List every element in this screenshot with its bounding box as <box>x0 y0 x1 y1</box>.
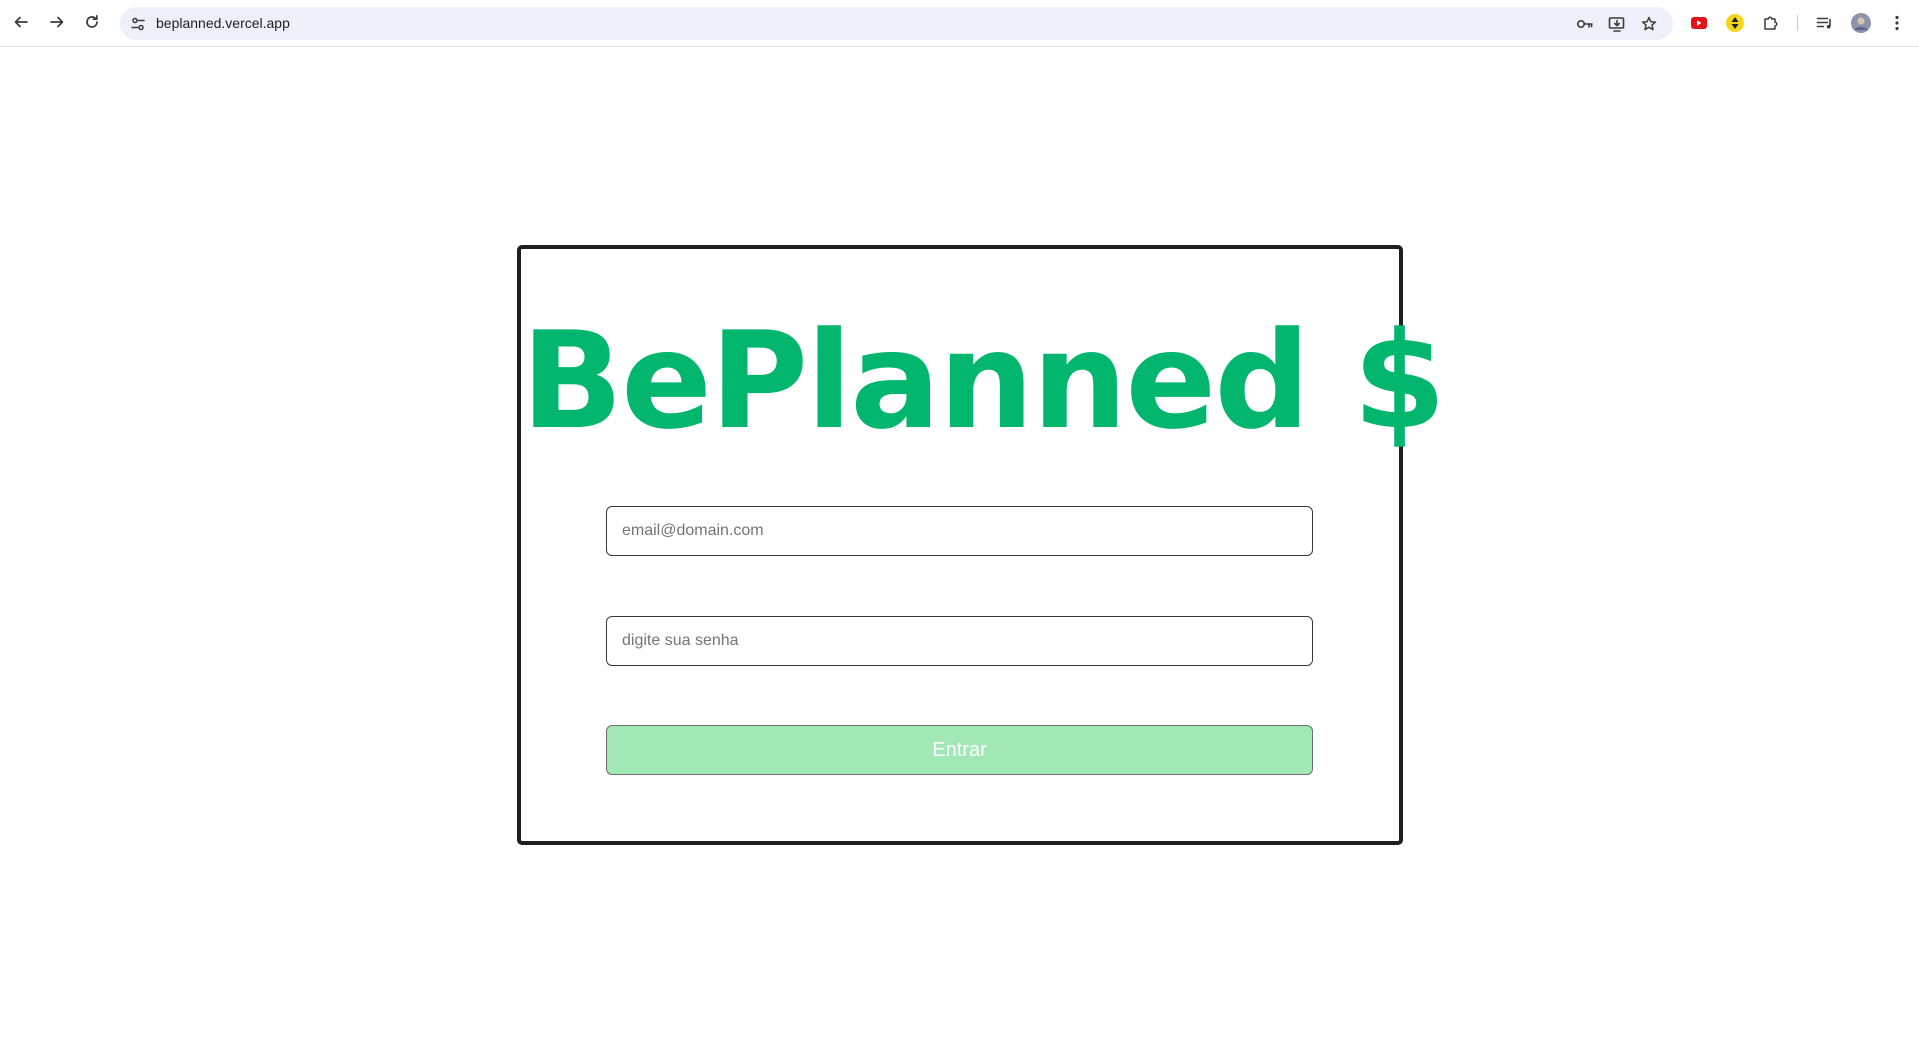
browser-menu-button[interactable] <box>1886 12 1908 34</box>
youtube-extension-icon <box>1691 17 1707 29</box>
yellow-extension-button[interactable] <box>1724 12 1746 34</box>
browser-toolbar: beplanned.vercel.app <box>0 0 1919 47</box>
reload-icon <box>86 14 98 28</box>
kebab-menu-icon <box>1895 15 1899 31</box>
media-controls-button[interactable] <box>1814 12 1836 34</box>
youtube-extension-button[interactable] <box>1688 12 1710 34</box>
email-input[interactable] <box>606 506 1313 556</box>
puzzle-icon <box>1764 16 1778 30</box>
avatar <box>1851 13 1871 33</box>
tune-icon <box>131 17 145 31</box>
url-text[interactable]: beplanned.vercel.app <box>156 15 290 31</box>
profile-button[interactable] <box>1850 12 1872 34</box>
address-bar[interactable]: beplanned.vercel.app <box>120 7 1673 40</box>
bookmark-button[interactable] <box>1639 14 1659 34</box>
site-info-button[interactable] <box>129 15 147 33</box>
install-app-button[interactable] <box>1607 14 1627 34</box>
key-icon <box>1576 19 1593 29</box>
forward-arrow-icon <box>50 16 64 28</box>
install-app-icon <box>1608 17 1625 32</box>
reload-button[interactable] <box>81 11 103 33</box>
toolbar-separator <box>1797 15 1798 31</box>
forward-button[interactable] <box>46 11 68 33</box>
star-icon <box>1641 16 1657 31</box>
password-input[interactable] <box>606 616 1313 666</box>
back-button[interactable] <box>10 11 32 33</box>
back-arrow-icon <box>14 16 28 28</box>
yellow-extension-icon <box>1726 14 1744 32</box>
login-card: BePlanned $ Entrar <box>517 245 1446 845</box>
extensions-button[interactable] <box>1760 12 1782 34</box>
media-controls-icon <box>1816 17 1831 29</box>
password-manager-button[interactable] <box>1575 14 1595 34</box>
login-button[interactable]: Entrar <box>606 725 1313 775</box>
brand-title: BePlanned $ <box>521 303 1446 459</box>
